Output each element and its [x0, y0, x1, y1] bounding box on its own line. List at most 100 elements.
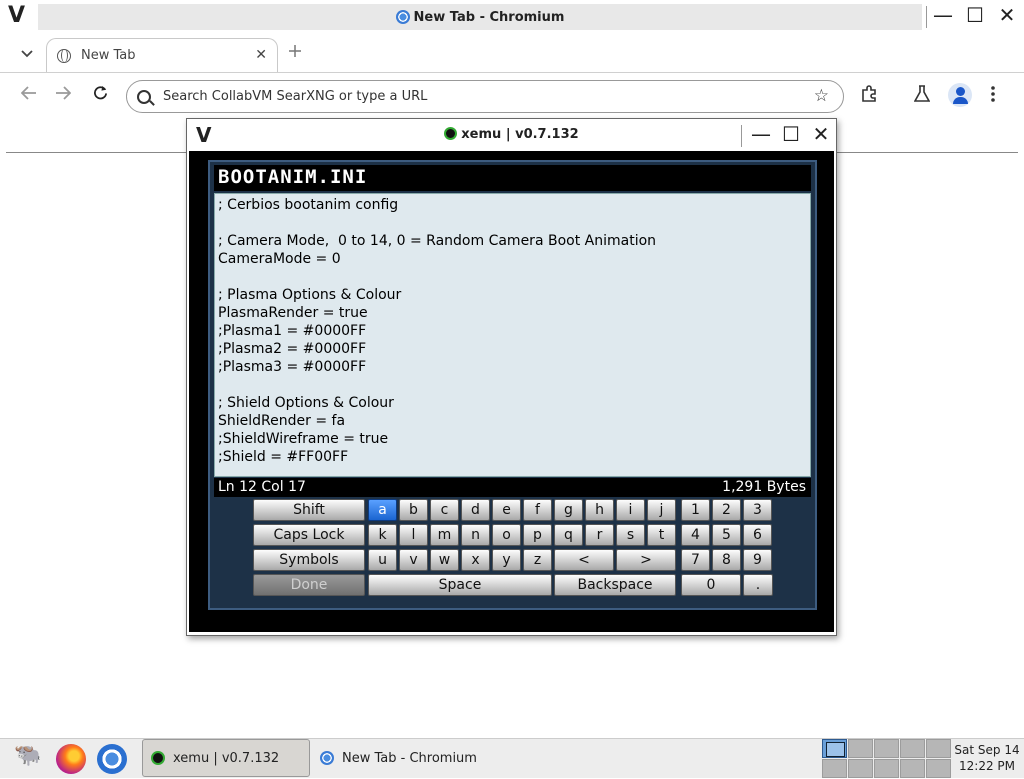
taskbar-item-xemu[interactable]: xemu | v0.7.132: [142, 739, 310, 777]
xemu-display[interactable]: BOOTANIM.INI ; Cerbios bootanim config ;…: [189, 151, 834, 632]
app-menu-icon[interactable]: 🐃: [14, 743, 41, 768]
workspace-pager: [822, 739, 952, 779]
workspace-2[interactable]: [848, 739, 873, 758]
key-v[interactable]: v: [399, 549, 428, 571]
profile-avatar-icon[interactable]: [948, 83, 972, 107]
key-x[interactable]: x: [461, 549, 490, 571]
key-u[interactable]: u: [368, 549, 397, 571]
editor-text-area[interactable]: ; Cerbios bootanim config ; Camera Mode,…: [214, 193, 811, 477]
chromium-launcher-icon[interactable]: [97, 744, 127, 774]
key-1[interactable]: 1: [681, 499, 710, 521]
chromium-icon: [320, 751, 334, 765]
key-space[interactable]: Space: [368, 574, 552, 596]
workspace-5[interactable]: [926, 739, 951, 758]
workspace-1[interactable]: [822, 739, 847, 758]
key-2[interactable]: 2: [712, 499, 741, 521]
reload-button[interactable]: [89, 85, 111, 104]
key-n[interactable]: n: [461, 524, 490, 546]
key-q[interactable]: q: [554, 524, 583, 546]
key-backspace[interactable]: Backspace: [554, 574, 676, 596]
key-6[interactable]: 6: [743, 524, 772, 546]
minimize-icon[interactable]: —: [750, 122, 772, 146]
chevron-down-icon: [21, 50, 33, 58]
key-cursor-right[interactable]: >: [616, 549, 676, 571]
key-cursor-left[interactable]: <: [554, 549, 614, 571]
workspace-9[interactable]: [900, 759, 925, 778]
key-4[interactable]: 4: [681, 524, 710, 546]
key-c[interactable]: c: [430, 499, 459, 521]
forward-button[interactable]: [52, 85, 74, 104]
workspace-4[interactable]: [900, 739, 925, 758]
key-j[interactable]: j: [647, 499, 676, 521]
key-d[interactable]: d: [461, 499, 490, 521]
key-w[interactable]: w: [430, 549, 459, 571]
taskbar-item-chromium[interactable]: New Tab - Chromium: [312, 739, 512, 777]
title-divider: [926, 6, 927, 28]
key-dot[interactable]: .: [743, 574, 773, 596]
arrow-right-icon: [56, 86, 72, 100]
key-8[interactable]: 8: [712, 549, 741, 571]
key-y[interactable]: y: [492, 549, 521, 571]
tab-strip: New Tab ✕: [0, 34, 1024, 72]
minimize-icon[interactable]: —: [932, 3, 954, 27]
key-t[interactable]: t: [647, 524, 676, 546]
key-p[interactable]: p: [523, 524, 552, 546]
workspace-7[interactable]: [848, 759, 873, 778]
bookmark-star-icon[interactable]: ☆: [814, 86, 829, 106]
window-menu-icon[interactable]: V: [8, 3, 25, 28]
key-z[interactable]: z: [523, 549, 552, 571]
key-a[interactable]: a: [368, 499, 397, 521]
tab-close-icon[interactable]: ✕: [255, 47, 267, 63]
maximize-icon[interactable]: ☐: [964, 3, 986, 27]
xemu-title-bar[interactable]: V xemu | v0.7.132 — ☐ ✕: [187, 119, 836, 151]
key-h[interactable]: h: [585, 499, 614, 521]
key-k[interactable]: k: [368, 524, 397, 546]
key-b[interactable]: b: [399, 499, 428, 521]
workspace-3[interactable]: [874, 739, 899, 758]
menu-kebab-icon[interactable]: [990, 85, 996, 108]
key-0[interactable]: 0: [681, 574, 741, 596]
key-shift[interactable]: Shift: [253, 499, 365, 521]
xemu-icon: [444, 127, 458, 140]
editor-status-bar: Ln 12 Col 17 1,291 Bytes: [214, 478, 811, 497]
workspace-6[interactable]: [822, 759, 847, 778]
key-5[interactable]: 5: [712, 524, 741, 546]
firefox-icon[interactable]: [56, 744, 86, 774]
search-icon: [137, 89, 151, 104]
key-9[interactable]: 9: [743, 549, 772, 571]
workspace-10[interactable]: [926, 759, 951, 778]
back-button[interactable]: [18, 85, 40, 104]
xemu-title-text: xemu | v0.7.132: [461, 127, 579, 142]
key-m[interactable]: m: [430, 524, 459, 546]
tab-search-button[interactable]: [16, 43, 38, 65]
tab-new-tab[interactable]: New Tab ✕: [46, 38, 278, 72]
close-icon[interactable]: ✕: [996, 3, 1018, 27]
title-divider: [741, 125, 742, 147]
omnibox[interactable]: Search CollabVM SearXNG or type a URL ☆: [126, 80, 844, 113]
key-o[interactable]: o: [492, 524, 521, 546]
key-f[interactable]: f: [523, 499, 552, 521]
clock[interactable]: Sat Sep 14 12:22 PM: [954, 742, 1020, 774]
key-done[interactable]: Done: [253, 574, 365, 596]
key-i[interactable]: i: [616, 499, 645, 521]
key-s[interactable]: s: [616, 524, 645, 546]
workspace-8[interactable]: [874, 759, 899, 778]
key-symbols[interactable]: Symbols: [253, 549, 365, 571]
plus-icon: [289, 45, 301, 57]
window-controls: — ☐ ✕: [932, 3, 1018, 27]
key-3[interactable]: 3: [743, 499, 772, 521]
key-7[interactable]: 7: [681, 549, 710, 571]
new-tab-button[interactable]: [288, 42, 302, 63]
maximize-icon[interactable]: ☐: [780, 122, 802, 146]
window-title-text: New Tab - Chromium: [413, 9, 565, 25]
labs-button[interactable]: [913, 85, 931, 108]
reload-icon: [93, 85, 107, 100]
clock-time: 12:22 PM: [959, 759, 1015, 773]
key-g[interactable]: g: [554, 499, 583, 521]
key-caps-lock[interactable]: Caps Lock: [253, 524, 365, 546]
key-e[interactable]: e: [492, 499, 521, 521]
extensions-button[interactable]: [860, 85, 878, 108]
key-r[interactable]: r: [585, 524, 614, 546]
key-l[interactable]: l: [399, 524, 428, 546]
close-icon[interactable]: ✕: [810, 122, 832, 146]
